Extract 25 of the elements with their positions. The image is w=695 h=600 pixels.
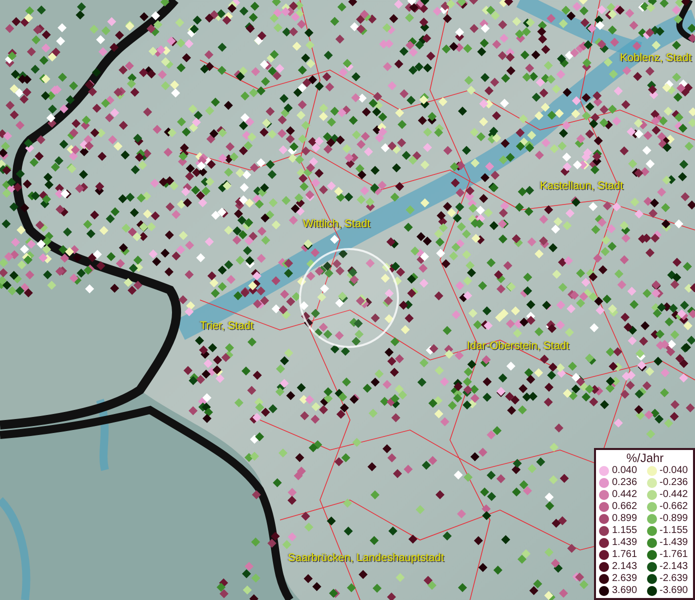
- legend-value: -0.236: [660, 477, 689, 488]
- legend-value: 1.761: [612, 549, 638, 560]
- legend-value: -3.690: [660, 585, 689, 596]
- legend-value: -0.662: [660, 501, 689, 512]
- legend-value: -0.442: [660, 489, 689, 500]
- legend-title: %/Jahr: [625, 451, 665, 465]
- legend-value: -1.761: [660, 549, 689, 560]
- legend-value: -2.143: [660, 561, 689, 572]
- legend-value: -1.155: [660, 525, 689, 536]
- legend-value: 1.155: [612, 525, 638, 536]
- legend-value: -0.899: [660, 513, 689, 524]
- legend-value: -0.040: [660, 465, 689, 476]
- legend-value: 3.690: [612, 585, 638, 596]
- legend-value: -1.439: [660, 537, 689, 548]
- legend-value: 0.662: [612, 501, 638, 512]
- legend-value: 0.040: [612, 465, 638, 476]
- legend-value: 0.899: [612, 513, 638, 524]
- legend-value: -2.639: [660, 573, 689, 584]
- legend-value: 0.442: [612, 489, 638, 500]
- place-label: Koblenz, Stadt: [620, 52, 692, 64]
- legend-value: 2.143: [612, 561, 638, 572]
- legend-value: 0.236: [612, 477, 638, 488]
- legend-value: 2.639: [612, 573, 638, 584]
- place-label: Trier, Stadt: [200, 320, 254, 332]
- legend-value: 1.439: [612, 537, 638, 548]
